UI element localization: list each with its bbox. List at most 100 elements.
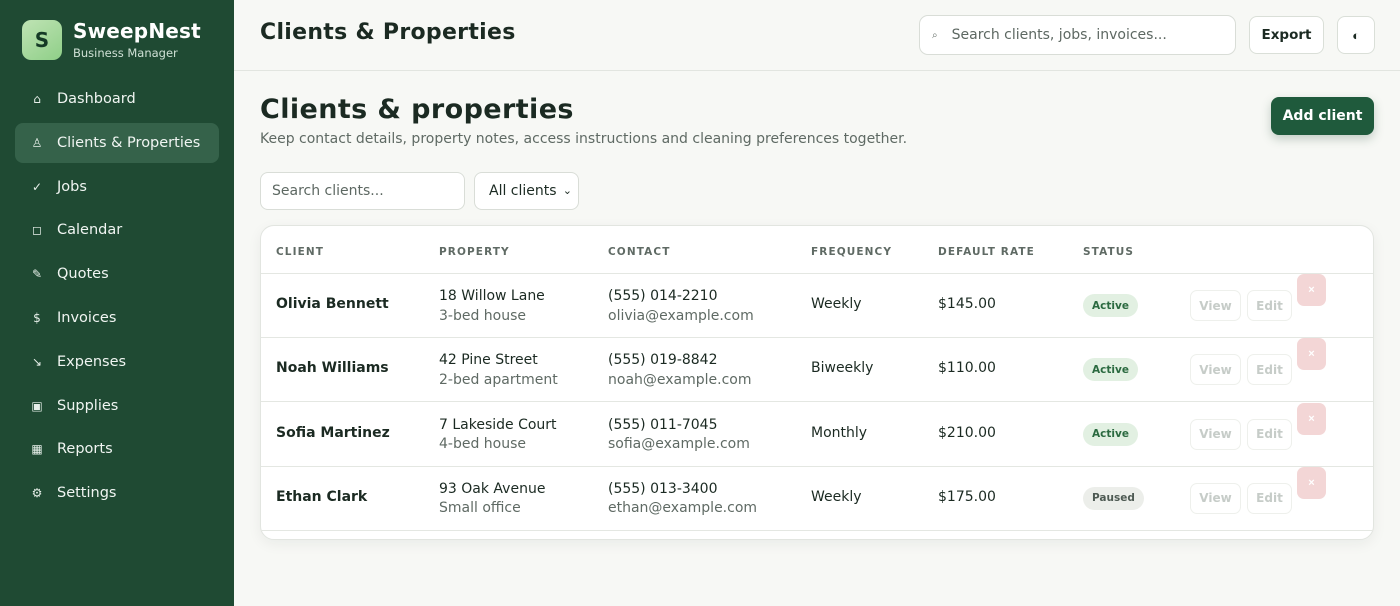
property-address: 93 Oak Avenue: [439, 480, 546, 497]
frequency: Weekly: [811, 488, 862, 505]
frequency: Weekly: [811, 296, 862, 312]
frequency: Biweekly: [811, 360, 874, 377]
default-rate: $145.00: [938, 296, 996, 312]
contact-cell: (555) 013-3400 ethan@example.com: [608, 480, 757, 519]
column-header: FREQUENCY: [811, 246, 893, 258]
sidebar-item-reports[interactable]: ▦ Reports: [15, 429, 219, 469]
add-client-button[interactable]: Add client: [1271, 97, 1374, 135]
property-type: 2-bed apartment: [439, 371, 558, 388]
table-row: Olivia Bennett 18 Willow Lane 3-bed house (…: [261, 274, 1373, 338]
page-subtitle: Keep contact details, property notes, ac…: [260, 131, 908, 147]
property-cell: 18 Willow Lane 3-bed house: [439, 287, 545, 326]
column-header: CONTACT: [608, 246, 671, 258]
view-button[interactable]: View: [1190, 418, 1241, 450]
delete-icon[interactable]: ×: [1297, 338, 1326, 371]
column-header: STATUS: [1083, 246, 1135, 258]
property-type: 4-bed house: [439, 436, 527, 453]
brand-logo: S: [22, 20, 62, 60]
property-type: 3-bed house: [439, 307, 527, 324]
chevron-down-icon: ⌄: [562, 184, 572, 197]
sidebar-item-label: Settings: [57, 485, 117, 502]
contact-phone: (555) 014-2210: [608, 288, 718, 304]
delete-icon[interactable]: ×: [1297, 274, 1326, 306]
sidebar-item-label: Dashboard: [57, 91, 136, 107]
contact-email: olivia@example.com: [608, 307, 754, 324]
check-icon: ✓: [31, 179, 43, 194]
default-rate: $175.00: [938, 488, 996, 505]
property-address: 7 Lakeside Court: [439, 416, 557, 433]
property-cell: 42 Pine Street 2-bed apartment: [439, 351, 558, 390]
edit-button[interactable]: Edit: [1247, 290, 1292, 321]
chart-icon: ▦: [31, 442, 43, 457]
home-icon: ⌂: [33, 92, 41, 106]
person-icon: ♙: [31, 135, 43, 150]
sidebar-item-calendar[interactable]: ◻ Calendar: [15, 210, 219, 250]
dollar-icon: $: [33, 310, 41, 325]
status-badge: Active: [1083, 358, 1138, 382]
sidebar-item-supplies[interactable]: ▣ Supplies: [15, 386, 219, 426]
client-name[interactable]: Ethan Clark: [276, 489, 367, 505]
topbar-title: Clients & Properties: [260, 20, 516, 45]
sidebar-item-clients-properties[interactable]: ♙ Clients & Properties: [15, 122, 219, 163]
column-header: PROPERTY: [439, 246, 510, 258]
contact-phone: (555) 019-8842: [608, 352, 718, 369]
property-type: Small office: [439, 500, 521, 517]
edit-button[interactable]: Edit: [1247, 482, 1292, 514]
global-search-input[interactable]: [951, 27, 1222, 43]
view-button[interactable]: View: [1190, 290, 1241, 321]
brand-subtitle: Business Manager: [73, 46, 178, 60]
edit-button[interactable]: Edit: [1247, 354, 1292, 386]
property-cell: 93 Oak Avenue Small office: [439, 480, 545, 519]
gear-icon: ⚙: [31, 486, 43, 501]
view-button[interactable]: View: [1190, 482, 1241, 514]
edit-button[interactable]: Edit: [1247, 418, 1292, 450]
client-search-input[interactable]: [260, 172, 465, 210]
delete-icon[interactable]: ×: [1297, 402, 1326, 435]
calendar-icon: ◻: [32, 223, 42, 238]
export-button[interactable]: Export: [1249, 16, 1324, 54]
status-badge: Active: [1083, 422, 1138, 446]
sidebar-item-invoices[interactable]: $ Invoices: [15, 298, 219, 338]
table-header: CLIENT PROPERTY CONTACT FREQUENCY DEFAULT RA…: [261, 226, 1373, 274]
table-row: Noah Williams 42 Pine Street 2-bed apartme…: [261, 338, 1373, 403]
property-address: 18 Willow Lane: [439, 288, 545, 304]
sidebar-item-dashboard[interactable]: ⌂ Dashboard: [15, 79, 219, 119]
sidebar-item-label: Quotes: [57, 266, 109, 283]
sidebar-item-settings[interactable]: ⚙ Settings: [15, 473, 219, 513]
client-name[interactable]: Sofia Martinez: [276, 425, 390, 441]
sidebar-item-label: Supplies: [57, 397, 119, 414]
column-header: DEFAULT RATE: [938, 246, 1035, 258]
client-filter-select[interactable]: All clients ⌄: [474, 172, 579, 210]
view-button[interactable]: View: [1190, 354, 1241, 386]
theme-toggle-icon[interactable]: ◐: [1337, 16, 1375, 54]
table-row: Sofia Martinez 7 Lakeside Court 4-bed hous…: [261, 402, 1373, 467]
table-row: Ethan Clark 93 Oak Avenue Small office (555…: [261, 466, 1373, 531]
sidebar-item-quotes[interactable]: ✎ Quotes: [15, 254, 219, 294]
contact-phone: (555) 013-3400: [608, 480, 718, 497]
delete-icon[interactable]: ×: [1297, 466, 1326, 499]
sidebar-item-label: Expenses: [57, 353, 127, 370]
sidebar-item-label: Calendar: [57, 222, 123, 239]
client-name[interactable]: Noah Williams: [276, 360, 389, 376]
trend-down-icon: ↘: [31, 354, 43, 369]
brand-name: SweepNest: [73, 19, 201, 43]
sidebar-item-expenses[interactable]: ↘ Expenses: [15, 342, 219, 382]
clients-table: CLIENT PROPERTY CONTACT FREQUENCY DEFAULT RA…: [260, 225, 1374, 540]
search-icon: ⌕: [932, 29, 938, 41]
contact-cell: (555) 014-2210 olivia@example.com: [608, 287, 754, 326]
sidebar-item-jobs[interactable]: ✓ Jobs: [15, 167, 219, 207]
sidebar-item-label: Reports: [57, 441, 113, 458]
property-address: 42 Pine Street: [439, 352, 538, 369]
client-name[interactable]: Olivia Bennett: [276, 296, 389, 312]
global-search[interactable]: ⌕: [919, 15, 1236, 55]
box-icon: ▣: [31, 398, 43, 413]
contact-cell: (555) 011-7045 sofia@example.com: [608, 416, 750, 455]
sidebar-nav: ⌂ Dashboard ♙ Clients & Properties ✓ Jobs ◻ Cal…: [15, 79, 219, 517]
sidebar-item-label: Invoices: [57, 309, 117, 326]
sidebar-item-label: Clients & Properties: [57, 134, 201, 151]
default-rate: $110.00: [938, 360, 996, 377]
topbar: Clients & Properties ⌕ Export ◐: [234, 0, 1400, 71]
contact-email: sofia@example.com: [608, 436, 750, 453]
property-cell: 7 Lakeside Court 4-bed house: [439, 416, 557, 455]
default-rate: $210.00: [938, 424, 996, 441]
